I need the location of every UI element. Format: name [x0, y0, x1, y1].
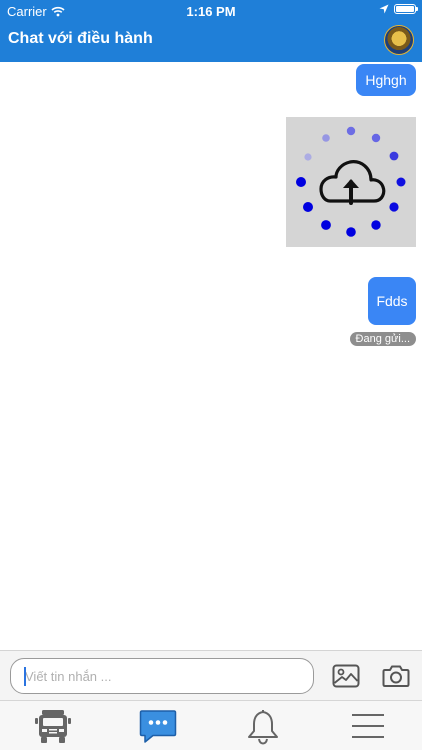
status-right — [379, 4, 418, 14]
tab-chat[interactable] — [105, 701, 210, 751]
menu-icon — [351, 714, 384, 738]
composer-bar — [0, 650, 422, 700]
bell-icon — [247, 709, 278, 745]
sending-status-badge: Đang gửi... — [349, 332, 416, 346]
message-bubble-1[interactable]: Hghgh — [356, 64, 416, 96]
status-bar: Carrier 1:16 PM — [0, 0, 422, 22]
top-bar: Carrier 1:16 PM Chat với điều hành — [0, 0, 422, 62]
uploading-image-message[interactable] — [286, 117, 416, 247]
text-cursor — [24, 667, 26, 686]
message-input[interactable] — [10, 658, 314, 694]
tab-menu[interactable] — [315, 701, 420, 751]
message-bubble-3[interactable]: Fdds — [368, 277, 416, 325]
cloud-upload-icon — [296, 126, 406, 237]
battery-icon — [394, 4, 418, 14]
chat-area[interactable]: Hghgh Fdds Đang gửi... — [0, 62, 422, 650]
gallery-button[interactable] — [331, 661, 361, 691]
image-gallery-icon — [332, 664, 360, 688]
status-time: 1:16 PM — [186, 4, 236, 19]
truck-icon — [34, 710, 71, 743]
page-title: Chat với điều hành — [8, 30, 153, 47]
camera-icon — [382, 665, 410, 687]
tab-notifications[interactable] — [210, 701, 315, 751]
camera-button[interactable] — [381, 661, 411, 691]
tab-bar — [0, 700, 422, 750]
avatar[interactable] — [384, 25, 414, 55]
chat-bubble-icon — [139, 710, 176, 743]
tab-truck[interactable] — [0, 701, 105, 751]
location-arrow-icon — [379, 4, 389, 14]
